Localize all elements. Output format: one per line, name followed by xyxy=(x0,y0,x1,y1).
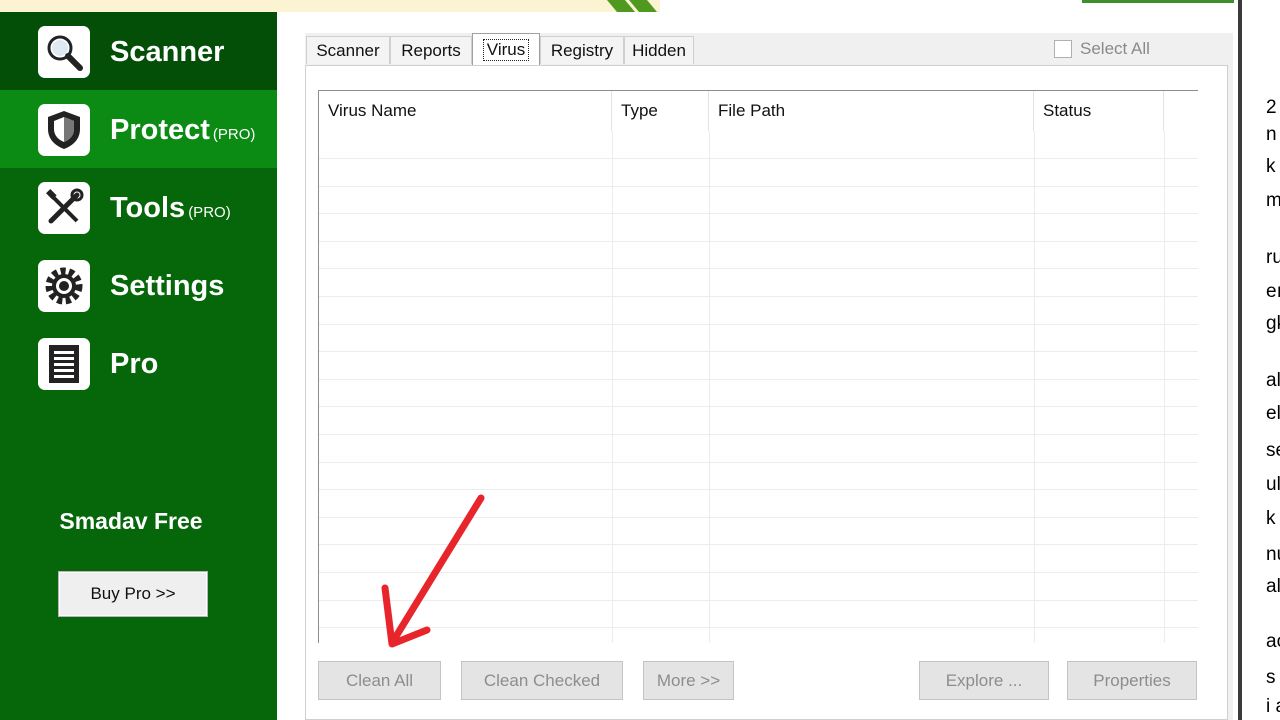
top-banner xyxy=(0,0,660,12)
grid-line xyxy=(319,241,1198,242)
grid-line xyxy=(319,544,1198,545)
virus-list[interactable]: Virus Name Type File Path Status xyxy=(318,90,1198,643)
list-header: Virus Name Type File Path Status xyxy=(319,91,1198,131)
sidebar-item-protect[interactable]: Protect (PRO) xyxy=(0,90,277,168)
grid-line xyxy=(709,131,710,643)
column-header-virus-name[interactable]: Virus Name xyxy=(319,91,612,131)
grid-line xyxy=(319,324,1198,325)
explore-button[interactable]: Explore ... xyxy=(919,661,1049,700)
sidebar-item-label: Protect (PRO) xyxy=(110,114,256,146)
tab-reports[interactable]: Reports xyxy=(390,36,472,64)
background-text-fragment: n xyxy=(1266,124,1277,145)
grid-line xyxy=(1034,131,1035,643)
background-text-fragment: i a xyxy=(1266,696,1280,717)
clean-checked-button[interactable]: Clean Checked xyxy=(461,661,623,700)
grid-line xyxy=(319,268,1198,269)
sidebar-item-label: Scanner xyxy=(110,36,225,68)
grid-line xyxy=(319,462,1198,463)
background-text-fragment: s xyxy=(1266,667,1276,688)
grid-line xyxy=(319,213,1198,214)
background-text-fragment: m xyxy=(1266,190,1280,211)
background-text-fragment: ela xyxy=(1266,403,1280,424)
grid-line xyxy=(319,572,1198,573)
grid-line xyxy=(319,406,1198,407)
properties-button[interactable]: Properties xyxy=(1067,661,1197,700)
grid-line xyxy=(319,517,1198,518)
magnifier-icon xyxy=(38,26,90,78)
shield-icon xyxy=(38,104,90,156)
grid-line xyxy=(319,158,1198,159)
grid-line xyxy=(319,351,1198,352)
buy-pro-button[interactable]: Buy Pro >> xyxy=(58,571,208,617)
grid-line xyxy=(612,131,613,643)
grid-line xyxy=(319,186,1198,187)
sidebar-item-label: Pro xyxy=(110,348,159,380)
background-text-fragment: nu xyxy=(1266,544,1280,565)
sidebar-item-label: Tools (PRO) xyxy=(110,192,231,224)
select-all-checkbox[interactable]: Select All xyxy=(1054,39,1150,59)
tab-registry[interactable]: Registry xyxy=(540,36,624,64)
clean-all-button[interactable]: Clean All xyxy=(318,661,441,700)
select-all-label: Select All xyxy=(1080,39,1150,58)
sidebar-item-pro[interactable]: Pro xyxy=(0,324,277,402)
grid-line xyxy=(1164,131,1165,643)
column-header-type[interactable]: Type xyxy=(612,91,709,131)
grid-line xyxy=(319,489,1198,490)
tab-hidden[interactable]: Hidden xyxy=(624,36,694,64)
background-text-fragment: 2 xyxy=(1266,97,1277,118)
background-text-fragment: ac xyxy=(1266,631,1280,652)
background-text-fragment: ru xyxy=(1266,247,1280,268)
top-action-button[interactable] xyxy=(1082,0,1234,3)
background-text-fragment: k xyxy=(1266,156,1276,177)
grid-line xyxy=(319,434,1198,435)
grid-line xyxy=(319,600,1198,601)
gear-icon xyxy=(38,260,90,312)
column-header-status[interactable]: Status xyxy=(1034,91,1164,131)
sidebar-item-scanner[interactable]: Scanner xyxy=(0,12,277,90)
background-text-fragment: gk xyxy=(1266,313,1280,334)
background-text-fragment: se xyxy=(1266,440,1280,461)
background-text-fragment: k xyxy=(1266,508,1276,529)
tools-icon xyxy=(38,182,90,234)
grid-line xyxy=(319,296,1198,297)
background-text-fragment: ul xyxy=(1266,474,1280,495)
sidebar-item-label: Settings xyxy=(110,270,225,302)
pro-tag: (PRO) xyxy=(188,204,231,221)
grid-line xyxy=(319,627,1198,628)
pro-tag: (PRO) xyxy=(212,126,256,143)
background-text-fragment: eı xyxy=(1266,281,1280,302)
background-text-fragment: al xyxy=(1266,576,1280,597)
background-text-fragment: al xyxy=(1266,370,1280,391)
column-header-file-path[interactable]: File Path xyxy=(709,91,1034,131)
more-button[interactable]: More >> xyxy=(643,661,734,700)
sidebar-item-settings[interactable]: Settings xyxy=(0,246,277,324)
sidebar-item-tools[interactable]: Tools (PRO) xyxy=(0,168,277,246)
grid-line xyxy=(319,379,1198,380)
document-icon xyxy=(38,338,90,390)
checkbox-box[interactable] xyxy=(1054,40,1072,58)
tab-scanner[interactable]: Scanner xyxy=(306,36,390,64)
brand-label: Smadav Free xyxy=(59,508,203,534)
tab-virus[interactable]: Virus xyxy=(472,33,540,65)
